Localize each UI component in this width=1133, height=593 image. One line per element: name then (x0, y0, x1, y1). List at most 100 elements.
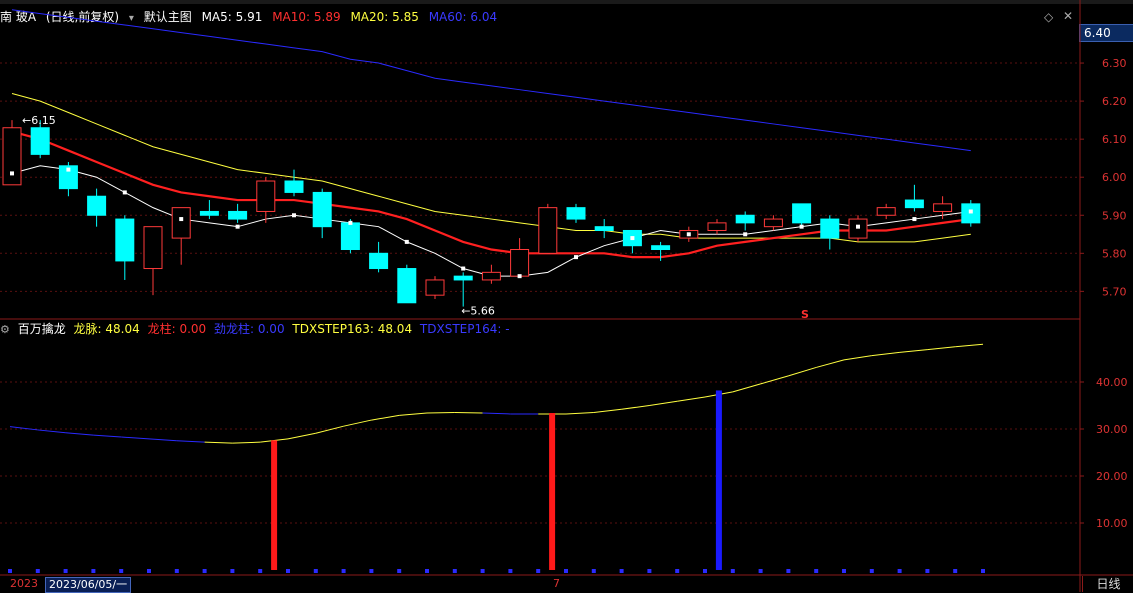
candle-body (454, 276, 472, 280)
indicator-bar (549, 413, 555, 570)
sell-signal-label: S (801, 308, 809, 321)
ma5-marker (405, 240, 409, 244)
baseline-dot (64, 569, 68, 573)
low-price-label: ←5.66 (461, 305, 495, 318)
longmai-line-segment (149, 439, 177, 441)
longmai-line-segment (121, 437, 149, 439)
candle-body (567, 208, 585, 219)
candle-body (793, 204, 811, 223)
candle-body (426, 280, 444, 295)
ma5-marker (461, 267, 465, 271)
indicator-tick-label: 40.00 (1096, 376, 1128, 389)
price-tick-label: 6.20 (1102, 95, 1127, 108)
baseline-dot (286, 569, 290, 573)
longmai-line-segment (316, 426, 344, 433)
date-cursor-label: 2023/06/05/一 (45, 577, 131, 593)
baseline-dot (786, 569, 790, 573)
ma5-marker (969, 209, 973, 213)
price-tick-label: 6.30 (1102, 57, 1127, 70)
candle-body (229, 211, 247, 219)
price-tick-label: 5.70 (1102, 285, 1127, 298)
baseline-dot (481, 569, 485, 573)
candle-body (313, 192, 331, 226)
baseline-dot (258, 569, 262, 573)
longmai-line-segment (594, 409, 622, 412)
longmai-line-segment (872, 352, 900, 355)
candle-body (482, 272, 500, 280)
baseline-dot (647, 569, 651, 573)
indicator-tick-label: 30.00 (1096, 423, 1128, 436)
baseline-dot (175, 569, 179, 573)
ma5-marker (856, 225, 860, 229)
ma5-marker (348, 221, 352, 225)
longmai-line-segment (232, 442, 260, 443)
baseline-dot (703, 569, 707, 573)
longmai-line-segment (38, 430, 66, 433)
baseline-dot (675, 569, 679, 573)
price-tick-label: 5.90 (1102, 209, 1127, 222)
baseline-dot (147, 569, 151, 573)
baseline-dot (842, 569, 846, 573)
indicator-tick-label: 10.00 (1096, 517, 1128, 530)
longmai-line-segment (93, 435, 121, 437)
candle-body (905, 200, 923, 208)
candle-body (285, 181, 303, 192)
ma5-marker (743, 232, 747, 236)
ma5-marker (687, 232, 691, 236)
baseline-dot (314, 569, 318, 573)
baseline-dot (508, 569, 512, 573)
baseline-dot (8, 569, 12, 573)
longmai-line-segment (761, 376, 789, 384)
candle-body (398, 269, 416, 303)
longmai-line-segment (788, 367, 816, 375)
candle-body (144, 227, 162, 269)
ma5-marker (800, 225, 804, 229)
baseline-dot (759, 569, 763, 573)
candle-body (736, 215, 754, 223)
chart-canvas[interactable]: 6.306.206.106.005.905.805.7040.0030.0020… (0, 0, 1133, 592)
price-tick-label: 5.80 (1102, 247, 1127, 260)
candle-body (934, 204, 952, 212)
candle-body (821, 219, 839, 238)
longmai-line-segment (399, 413, 427, 415)
candle-body (31, 128, 49, 155)
candle-body (88, 196, 106, 215)
date-start-label: 2023 (10, 577, 38, 591)
ma5-marker (123, 190, 127, 194)
longmai-line-segment (344, 420, 372, 426)
longmai-line-segment (205, 442, 233, 443)
indicator-tick-label: 20.00 (1096, 470, 1128, 483)
longmai-line-segment (927, 347, 955, 350)
longmai-line-segment (10, 427, 38, 430)
baseline-dot (925, 569, 929, 573)
candle-body (764, 219, 782, 227)
longmai-line-segment (816, 360, 844, 368)
longmai-line-segment (649, 401, 677, 405)
baseline-dot (870, 569, 874, 573)
candle-body (652, 246, 670, 250)
ma5-marker (236, 225, 240, 229)
baseline-dot (203, 569, 207, 573)
candle-body (708, 223, 726, 231)
baseline-dot (814, 569, 818, 573)
longmai-line-segment (371, 415, 399, 420)
longmai-line-segment (566, 413, 594, 414)
longmai-line-segment (66, 433, 94, 435)
longmai-line-segment (177, 441, 205, 442)
indicator-bar (716, 390, 722, 570)
candle-body (341, 223, 359, 250)
longmai-line-segment (483, 413, 511, 414)
candle-body (172, 208, 190, 238)
period-button[interactable]: 日线 (1082, 576, 1133, 592)
candle-body (116, 219, 134, 261)
price-tick-label: 6.00 (1102, 171, 1127, 184)
date-mid-label: 7 (553, 577, 560, 591)
longmai-line-segment (622, 406, 650, 410)
baseline-dot (230, 569, 234, 573)
ma60-line (12, 10, 971, 151)
ma5-marker (630, 236, 634, 240)
longmai-line-segment (288, 433, 316, 439)
high-price-label: ←6.15 (22, 114, 56, 127)
baseline-dot (425, 569, 429, 573)
baseline-dot (119, 569, 123, 573)
